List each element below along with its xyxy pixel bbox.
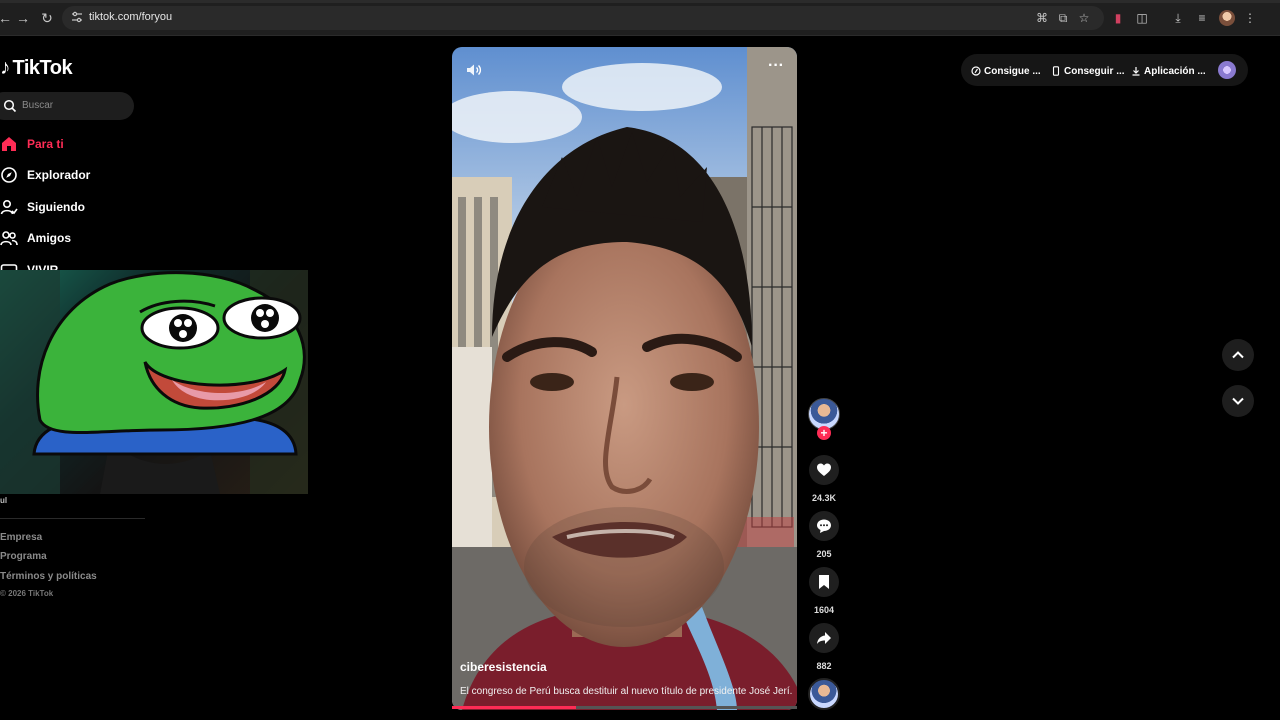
like-button[interactable] bbox=[809, 455, 839, 485]
forward-icon[interactable]: → bbox=[14, 9, 32, 27]
phone-icon bbox=[1052, 66, 1060, 76]
chevron-down-icon bbox=[1232, 397, 1244, 405]
more-options-icon[interactable]: ··· bbox=[766, 58, 786, 77]
footer-link-terminos[interactable]: Términos y políticas bbox=[0, 571, 97, 582]
user-follow-icon bbox=[0, 199, 18, 215]
extensions-puzzle-icon[interactable]: ◫ bbox=[1134, 10, 1150, 26]
site-settings-icon[interactable] bbox=[71, 11, 83, 23]
download-app-button[interactable]: Aplicación ... bbox=[1131, 64, 1206, 78]
sidebar-item-para-ti[interactable]: Para ti bbox=[0, 134, 64, 154]
bookmark-icon bbox=[819, 575, 829, 589]
sidebar-item-label: Explorador bbox=[27, 168, 91, 182]
share-button[interactable] bbox=[809, 623, 839, 653]
footer-link-empresa[interactable]: Empresa bbox=[0, 532, 42, 543]
tab-strip-edge bbox=[0, 0, 1280, 3]
download-icon[interactable]: ⤓ bbox=[1170, 10, 1186, 26]
save-count: 1604 bbox=[813, 605, 835, 615]
sidebar-item-siguiendo[interactable]: Siguiendo bbox=[0, 197, 85, 217]
search-icon bbox=[3, 99, 17, 113]
sidebar-item-label: Para ti bbox=[27, 137, 64, 151]
get-app-button[interactable]: Conseguir ... bbox=[1051, 64, 1125, 78]
profile-avatar[interactable] bbox=[1219, 10, 1235, 26]
sidebar-snippet: ul bbox=[0, 496, 8, 505]
video-author[interactable]: ciberesistencia bbox=[460, 660, 547, 674]
address-bar[interactable] bbox=[62, 6, 1104, 30]
cast-icon[interactable]: ⧉ bbox=[1055, 10, 1071, 26]
home-icon bbox=[2, 137, 16, 151]
coin-icon bbox=[971, 66, 981, 76]
copyright: © 2026 TikTok bbox=[0, 589, 54, 598]
sidebar-item-amigos[interactable]: Amigos bbox=[0, 228, 71, 248]
extension-icon[interactable]: ▮ bbox=[1110, 10, 1126, 26]
get-coins-button[interactable]: Consigue ... bbox=[971, 64, 1041, 78]
tiktok-note-icon: ♪ bbox=[0, 56, 11, 79]
sidebar-item-label: Amigos bbox=[27, 231, 72, 245]
friends-icon bbox=[0, 231, 18, 246]
webcam-overlay bbox=[0, 270, 308, 494]
volume-icon[interactable] bbox=[465, 61, 483, 79]
sidebar-item-label: Siguiendo bbox=[27, 200, 85, 214]
video-progress-fill bbox=[452, 706, 576, 709]
video-caption: El congreso de Perú busca destituir al n… bbox=[460, 686, 793, 697]
next-video-button[interactable] bbox=[1222, 385, 1254, 417]
video-player[interactable] bbox=[452, 47, 797, 710]
logo-text: TikTok bbox=[12, 56, 73, 79]
reload-icon[interactable]: ↻ bbox=[38, 9, 56, 27]
previous-video-button[interactable] bbox=[1222, 339, 1254, 371]
divider bbox=[0, 518, 145, 519]
download-icon bbox=[1132, 67, 1140, 76]
footer-link-programa[interactable]: Programa bbox=[0, 551, 47, 562]
heart-icon bbox=[817, 463, 831, 476]
back-icon[interactable]: ← bbox=[0, 9, 14, 27]
comment-count: 205 bbox=[816, 549, 832, 559]
save-button[interactable] bbox=[809, 567, 839, 597]
video-frame bbox=[452, 47, 797, 710]
tiktok-logo[interactable]: ♪ TikTok bbox=[0, 56, 73, 80]
follow-plus-icon[interactable]: + bbox=[817, 426, 831, 440]
comment-icon bbox=[817, 519, 831, 533]
search-input[interactable] bbox=[0, 92, 134, 120]
bookmark-star-icon[interactable]: ☆ bbox=[1076, 10, 1092, 26]
compass-icon bbox=[1, 167, 17, 183]
frog-emote-image bbox=[0, 270, 308, 494]
comment-button[interactable] bbox=[809, 511, 839, 541]
like-count: 24.3K bbox=[811, 493, 837, 503]
user-avatar[interactable] bbox=[1218, 61, 1236, 79]
url-text[interactable]: tiktok.com/foryou bbox=[89, 11, 172, 23]
browser-menu-icon[interactable]: ⋮ bbox=[1242, 10, 1258, 26]
pill-label: Aplicación ... bbox=[1144, 65, 1206, 77]
share-count: 882 bbox=[816, 661, 832, 671]
pill-label: Conseguir ... bbox=[1064, 65, 1125, 77]
share-arrow-icon bbox=[817, 632, 831, 644]
browser-toolbar: ← → ↻ tiktok.com/foryou ⌘ ⧉ ☆ ▮ ◫ ⤓ ≡ ⋮ bbox=[0, 0, 1280, 36]
media-control-icon[interactable]: ≡ bbox=[1194, 10, 1210, 26]
pill-label: Consigue ... bbox=[984, 65, 1041, 77]
translate-icon[interactable]: ⌘ bbox=[1034, 10, 1050, 26]
search-placeholder: Buscar bbox=[22, 100, 54, 111]
music-disc-avatar[interactable] bbox=[808, 678, 840, 710]
sidebar-item-explorador[interactable]: Explorador bbox=[0, 165, 90, 185]
chevron-up-icon bbox=[1232, 351, 1244, 359]
